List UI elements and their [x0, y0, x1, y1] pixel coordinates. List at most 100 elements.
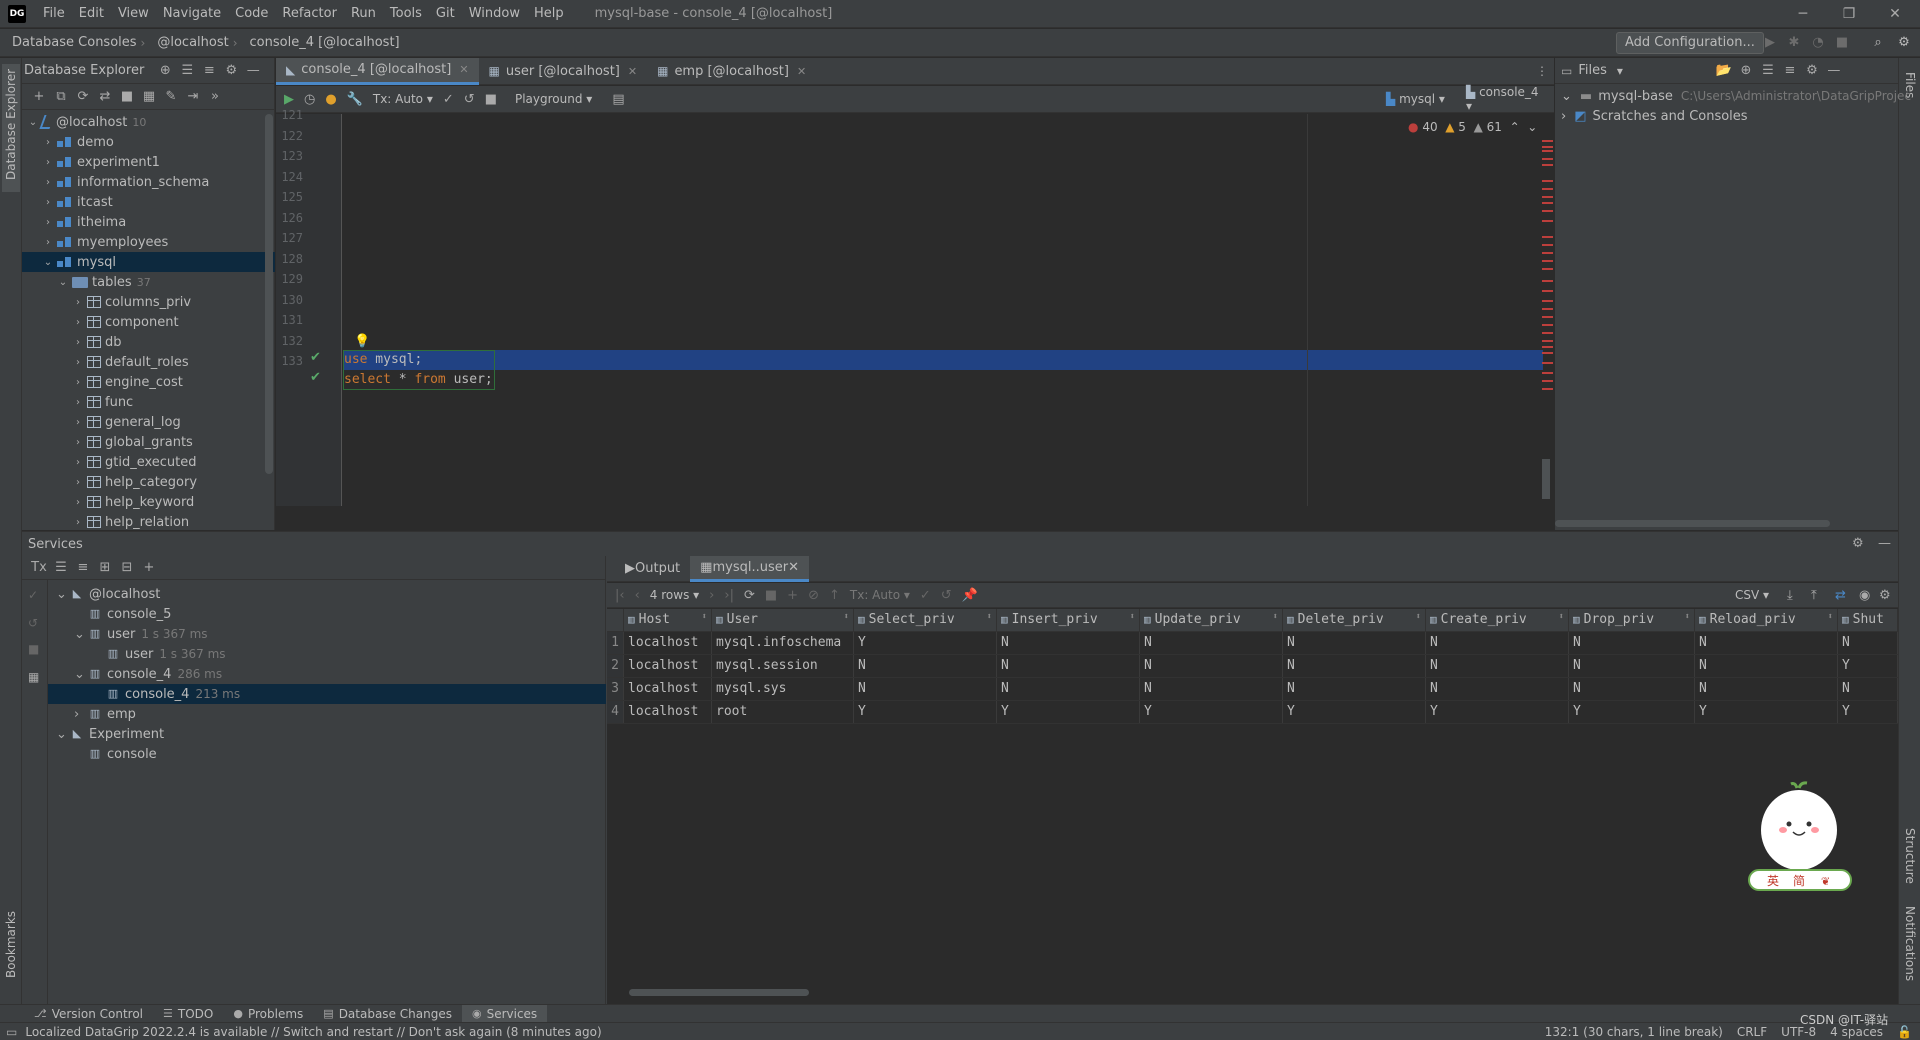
chevron-up-icon[interactable]: ⌃ [1510, 120, 1520, 134]
tree-node[interactable]: › gtid_executed [22, 452, 275, 472]
copy-icon[interactable]: ⧉ [50, 89, 72, 104]
files-title[interactable]: Files [1578, 63, 1607, 78]
menu-tools[interactable]: Tools [383, 0, 429, 28]
column-header[interactable]: ▥ Create_priv ⬍ [1425, 609, 1569, 632]
expand-all-icon[interactable]: ☰ [1757, 63, 1779, 78]
chevron-right-icon[interactable]: › [71, 377, 85, 388]
sort-icon[interactable]: ⬍ [702, 612, 707, 622]
gear-icon[interactable]: ⚙ [1879, 588, 1891, 603]
close-tab-icon[interactable]: ✕ [788, 560, 799, 575]
sort-icon[interactable]: ⬍ [1828, 612, 1833, 622]
chevron-down-icon[interactable]: ⌄ [41, 257, 55, 268]
error-mark[interactable] [1542, 290, 1553, 292]
column-header[interactable]: ▥ Drop_priv ⬍ [1568, 609, 1695, 632]
error-stripe[interactable] [1540, 140, 1554, 440]
service-node[interactable]: ▥ console [48, 744, 157, 764]
menu-view[interactable]: View [111, 0, 156, 28]
sort-icon[interactable]: ⬍ [844, 612, 849, 622]
table-cell[interactable]: localhost [623, 677, 712, 701]
stop-icon[interactable]: ■ [28, 642, 39, 656]
menu-navigate[interactable]: Navigate [156, 0, 228, 28]
tree-node[interactable]: › global_grants [22, 432, 275, 452]
files-node[interactable]: ⌄ ▬ mysql-base C:\Users\Administrator\DataG… [1555, 86, 1911, 106]
breadcrumb-item[interactable]: Database Consoles [0, 35, 141, 50]
table-cell[interactable]: N [1694, 631, 1838, 655]
service-node[interactable]: ⌄ ▥ user 1 s 367 ms [48, 624, 208, 644]
table-cell[interactable]: N [1139, 654, 1283, 678]
error-mark[interactable] [1542, 236, 1553, 238]
files-scrollbar[interactable] [1555, 520, 1830, 527]
add-service-icon[interactable]: + [138, 560, 160, 575]
transaction-mode-dropdown[interactable]: Tx: Auto ▾ [373, 92, 433, 106]
collapse-all-icon[interactable]: ≡ [72, 560, 94, 575]
chevron-right-icon[interactable]: › [71, 497, 85, 508]
table-view-icon[interactable]: ▦ [138, 89, 160, 104]
table-cell[interactable]: Y [853, 631, 997, 655]
output-table-icon[interactable]: ▤ [612, 92, 624, 107]
run-icon[interactable]: ▶ [1760, 33, 1780, 53]
chevron-right-icon[interactable]: › [71, 437, 85, 448]
chevron-right-icon[interactable]: › [41, 157, 55, 168]
mascot-label-english[interactable]: 英 [1767, 874, 1779, 888]
error-mark[interactable] [1542, 346, 1553, 348]
stop-icon[interactable]: ■ [116, 89, 138, 104]
column-header[interactable]: ▥ Reload_priv ⬍ [1694, 609, 1838, 632]
settings-wrench-icon[interactable]: 🔧 [347, 92, 363, 107]
sort-icon[interactable]: ⬍ [1273, 612, 1278, 622]
chevron-down-icon[interactable]: ▾ [1617, 64, 1623, 78]
chevron-right-icon[interactable]: › [71, 397, 85, 408]
chevron-right-icon[interactable]: › [71, 417, 85, 428]
tree-scrollbar[interactable] [265, 114, 273, 474]
last-page-icon[interactable]: ›| [724, 588, 734, 603]
commit-icon[interactable]: ✓ [443, 92, 454, 107]
submit-icon[interactable]: ↑ [829, 588, 840, 603]
grid-scrollbar[interactable] [629, 989, 809, 996]
table-cell[interactable]: N [1282, 631, 1426, 655]
sort-icon[interactable]: ⬍ [1685, 612, 1690, 622]
mascot-widget[interactable]: 英 简 ❦ [1745, 780, 1855, 892]
more-tabs-icon[interactable]: ⋮ [1536, 64, 1548, 78]
minimize-icon[interactable]: ─ [1780, 0, 1826, 28]
tree-node[interactable]: › help_keyword [22, 492, 275, 512]
result-tab[interactable]: ▦ mysql..user ✕ [690, 555, 809, 582]
table-row[interactable]: 1 localhost mysql.infoschema Y N N N N N N N [607, 631, 1898, 655]
close-tab-icon[interactable]: ✕ [797, 65, 806, 78]
open-folder-icon[interactable]: 📂 [1713, 63, 1735, 78]
editor-scrollbar[interactable] [1542, 459, 1550, 499]
previous-page-icon[interactable]: ‹ [635, 588, 640, 603]
error-mark[interactable] [1542, 188, 1553, 190]
sort-icon[interactable]: ⬍ [1416, 612, 1421, 622]
error-mark[interactable] [1542, 380, 1553, 382]
error-mark[interactable] [1542, 372, 1553, 374]
column-header[interactable]: ▥ Insert_priv ⬍ [996, 609, 1140, 632]
tree-node[interactable]: ⌄ tables 37 [22, 272, 275, 292]
error-mark[interactable] [1542, 280, 1553, 282]
result-tab[interactable]: ▶ Output [615, 556, 690, 582]
transaction-mode-dropdown[interactable]: Tx: Auto ▾ [850, 588, 910, 602]
table-cell[interactable]: Y [853, 700, 997, 724]
notifications-stripe-button[interactable]: Notifications [1903, 906, 1917, 981]
coverage-icon[interactable]: ◔ [1808, 33, 1828, 53]
lightbulb-icon[interactable]: 💡 [354, 334, 370, 349]
table-cell[interactable]: root [711, 700, 854, 724]
service-node[interactable]: ⌄ ▥ console_4 286 ms [48, 664, 222, 684]
editor-tab[interactable]: ▦ user [@localhost] ✕ [479, 58, 648, 85]
close-window-icon[interactable]: ✕ [1872, 0, 1918, 28]
tool-window-database-changes[interactable]: ▤ Database Changes [313, 1005, 462, 1023]
sort-icon[interactable]: ⬍ [987, 612, 992, 622]
execute-icon[interactable]: ▶ [284, 92, 294, 107]
tree-node[interactable]: › component [22, 312, 275, 332]
sql-editor[interactable]: 121 122 123 124 125 126 127 128 129 130 131 132 133 ✔… [276, 108, 1554, 506]
editor-tab[interactable]: ▦ emp [@localhost] ✕ [647, 58, 816, 85]
table-cell[interactable]: N [1837, 631, 1898, 655]
service-node[interactable]: ▥ console_4 213 ms [48, 684, 606, 704]
table-row[interactable]: 4 localhost root Y Y Y Y Y Y Y Y [607, 700, 1898, 724]
tree-node[interactable]: › general_log [22, 412, 275, 432]
gear-icon[interactable]: ⚙ [1852, 536, 1864, 551]
table-cell[interactable]: N [1694, 654, 1838, 678]
table-cell[interactable]: N [853, 654, 997, 678]
tree-node[interactable]: › db [22, 332, 275, 352]
table-cell[interactable]: N [996, 631, 1140, 655]
table-cell[interactable]: Y [1139, 700, 1283, 724]
tree-node[interactable]: › experiment1 [22, 152, 275, 172]
